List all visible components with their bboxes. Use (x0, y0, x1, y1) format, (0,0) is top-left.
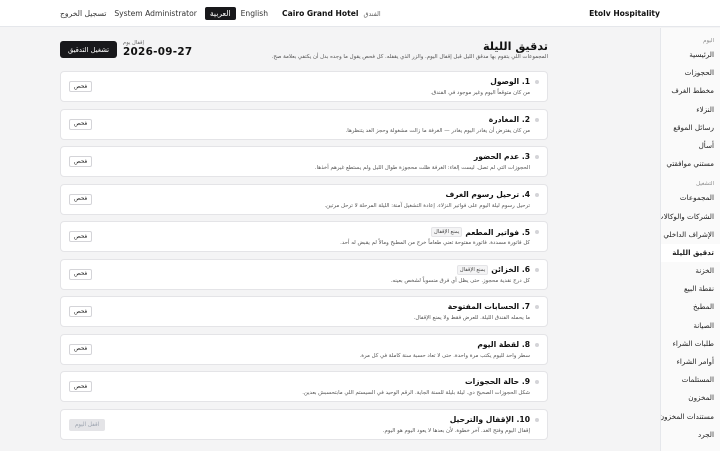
audit-step: 6. الخزائن يمنع الإقفال كل درج نقدية محج… (60, 258, 548, 290)
step-title: 2. المغادرة (488, 114, 530, 124)
page-title: تدقيق الليلة (482, 40, 548, 53)
sidebar-item-inventory-docs[interactable]: مستندات المخزون (661, 408, 720, 426)
check-button[interactable]: فحص (69, 156, 93, 167)
sidebar-item-night-audit[interactable]: تدقيق الليلة (661, 243, 720, 263)
hotel-label: الفندق (363, 9, 381, 18)
sidebar-section-title: التشغيل (696, 181, 714, 188)
step-title: 4. ترحيل رسوم الغرف (445, 189, 530, 199)
audit-step: 7. الحسابات المفتوحة ما يحمله الفندق الل… (60, 296, 548, 327)
sidebar-item-room-chart[interactable]: مخطط الغرف (661, 82, 720, 100)
check-button[interactable]: فحص (69, 306, 93, 317)
sidebar-item-receipts[interactable]: المستلمات (661, 371, 720, 389)
audit-steps-list: 1. الوصول من كان متوقعاً اليوم وغير موجو… (60, 71, 548, 446)
audit-step: 2. المغادرة من كان يفترض أن يغادر اليوم … (60, 108, 548, 140)
status-dot-icon (535, 117, 539, 122)
user-name: System Administrator (114, 9, 197, 18)
status-dot-icon (535, 192, 539, 197)
check-button[interactable]: فحص (69, 343, 93, 355)
status-dot-icon (535, 417, 539, 422)
sidebar-section-title: اليوم (703, 38, 714, 44)
step-title: 7. الحسابات المفتوحة (447, 302, 530, 311)
page-subtitle: المجموعات اللي بتقوم بها مدقق الليل قبل … (271, 54, 548, 60)
check-button[interactable]: فحص (69, 381, 93, 392)
step-title: 8. لقطة اليوم (477, 339, 530, 349)
sidebar-item-purchase-requests[interactable]: طلبات الشراء (661, 335, 720, 353)
close-date-value: 2026-09-27 (123, 46, 193, 58)
check-button[interactable]: فحص (69, 268, 93, 280)
audit-step: 1. الوصول من كان متوقعاً اليوم وغير موجو… (60, 71, 548, 102)
step-description: من كان يفترض أن يغادر اليوم يغادر — الغر… (345, 127, 530, 134)
audit-step: 10. الإقفال والترحيل إقفال اليوم وفتح ال… (60, 408, 548, 440)
sidebar-item-groups[interactable]: المجموعات (661, 189, 720, 207)
step-description: شكل الحجوزات الصحيح دي. ليلة بليلة للسنة… (302, 390, 530, 396)
step-description: من كان متوقعاً اليوم وغير موجود في الفند… (430, 90, 530, 96)
check-button[interactable]: فحص (69, 81, 93, 92)
audit-step: 3. عدم الحضور الحجوزات التي لم تصل. ليست… (60, 146, 548, 177)
sidebar-item-reservations[interactable]: الحجوزات (661, 64, 720, 82)
status-dot-icon (535, 80, 539, 84)
status-dot-icon (535, 230, 539, 234)
check-button[interactable]: فحص (69, 193, 93, 205)
audit-step: 4. ترحيل رسوم الغرف ترحيل رسوم ليلة اليو… (60, 183, 548, 215)
sidebar-item-maintenance[interactable]: الصيانة (661, 317, 720, 335)
check-button[interactable]: فحص (69, 231, 93, 242)
brand-name: Etolv Hospitality (589, 9, 660, 18)
sidebar-item-ask[interactable]: أسأل (661, 137, 720, 155)
close-day-button[interactable]: اقفل اليوم (69, 418, 105, 431)
lang-arabic-button[interactable]: العربية (204, 7, 236, 20)
logout-button[interactable]: تسجيل الخروج (60, 9, 106, 18)
sidebar-item-companies[interactable]: الشركات والوكالات (661, 208, 720, 226)
audit-step: 5. فواتير المطعم يمنع الإقفال كل فاتورة … (60, 221, 548, 252)
top-bar: Etolv Hospitality تسجيل الخروج System Ad… (0, 0, 720, 27)
sidebar-item-site-messages[interactable]: رسائل الموقع (661, 119, 720, 137)
sidebar-item-pending-approval[interactable]: مستني موافقتي (661, 155, 720, 173)
status-dot-icon (535, 267, 539, 272)
sidebar-item-kitchen[interactable]: المطبخ (661, 298, 720, 316)
status-dot-icon (535, 155, 539, 159)
sidebar-item-inventory[interactable]: المخزون (661, 389, 720, 407)
step-title: 9. حالة الحجوزات (464, 377, 530, 386)
sidebar-item-housekeeping[interactable]: الإشراف الداخلي (661, 226, 720, 244)
blocks-close-badge: يمنع الإقفال (431, 227, 463, 237)
sidebar-item-guests[interactable]: النزلاء (661, 101, 720, 119)
sidebar-item-stocktake[interactable]: الجرد (661, 426, 720, 444)
sidebar-item-cashier[interactable]: الخزنة (661, 262, 720, 280)
main-content: تدقيق الليلة المجموعات اللي بتقوم بها مد… (60, 28, 560, 451)
check-button[interactable]: فحص (69, 118, 93, 130)
hotel-name[interactable]: Cairo Grand Hotel (282, 9, 358, 18)
step-title: 3. عدم الحضور (473, 152, 530, 161)
step-description: كل درج نقدية محجوز. حتى يظل أي فرق منسوب… (390, 277, 530, 284)
step-description: كل فاتورة مسددة. فاتورة مفتوحة تعني طعام… (340, 240, 530, 246)
step-title: 10. الإقفال والترحيل (449, 414, 530, 424)
step-description: ترحيل رسوم ليلة اليوم على فواتير النزلاء… (324, 202, 530, 209)
status-dot-icon (535, 305, 539, 309)
sidebar-item-pos[interactable]: نقطة البيع (661, 280, 720, 298)
step-description: الحجوزات التي لم تصل. ليست إلغاء: الغرفة… (314, 165, 530, 171)
status-dot-icon (535, 342, 539, 347)
sidebar-item-purchase-orders[interactable]: أوامر الشراء (661, 353, 720, 371)
sidebar-item-home[interactable]: الرئيسية (661, 46, 720, 64)
sidebar: اليوم الرئيسية الحجوزات مخطط الغرف النزل… (660, 28, 720, 451)
step-title: 5. فواتير المطعم (465, 227, 530, 237)
step-title: 1. الوصول (490, 77, 530, 86)
step-description: سطر واحد لليوم يكتب مرة واحدة. حتى لا تع… (359, 352, 530, 359)
step-title: 6. الخزائن (491, 265, 530, 274)
blocks-close-badge: يمنع الإقفال (456, 264, 489, 275)
lang-english-button[interactable]: English (236, 7, 273, 20)
status-dot-icon (535, 380, 539, 384)
audit-step: 8. لقطة اليوم سطر واحد لليوم يكتب مرة وا… (60, 333, 548, 365)
step-description: إقفال اليوم وفتح الغد. آخر خطوة. لأن بعد… (382, 427, 530, 434)
audit-step: 9. حالة الحجوزات شكل الحجوزات الصحيح دي.… (60, 371, 548, 402)
topbar-controls: تسجيل الخروج System Administrator العربي… (60, 7, 381, 20)
step-description: ما يحمله الفندق الليلة. للعرض فقط ولا يم… (413, 315, 530, 321)
run-audit-button[interactable]: تشغيل التدقيق (60, 41, 117, 58)
